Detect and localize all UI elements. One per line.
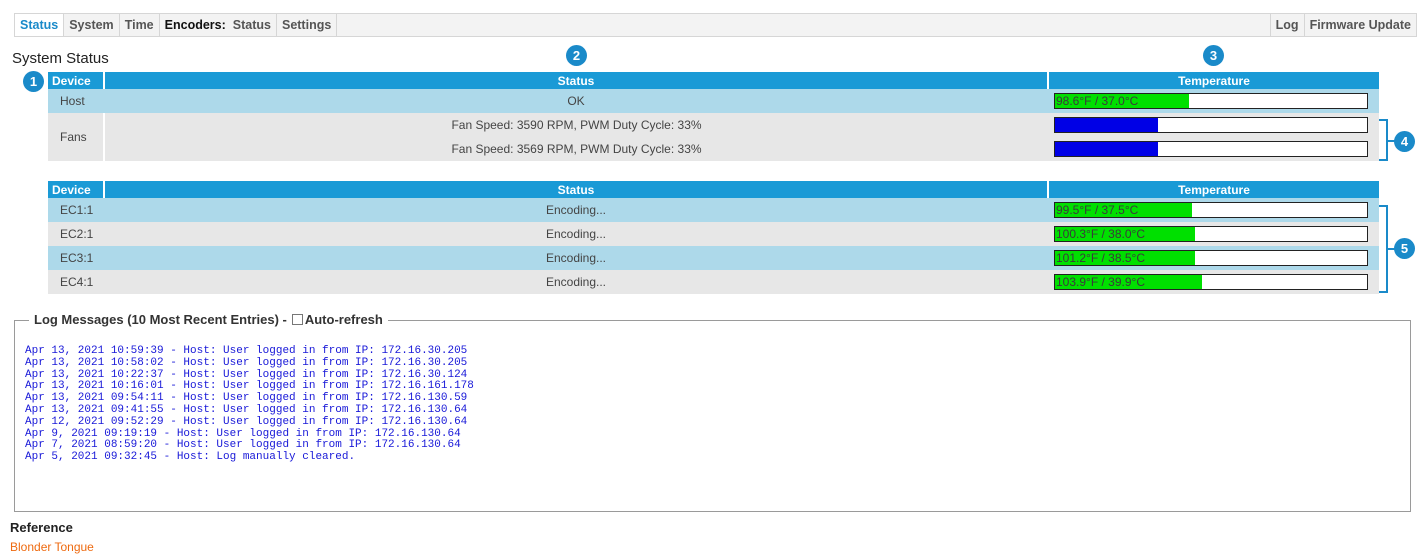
fan-row-2: Fan Speed: 3569 RPM, PWM Duty Cycle: 33%: [48, 137, 1379, 161]
fan-2-duty-fill: [1055, 142, 1158, 156]
encoder-device-cell: EC2:1: [48, 222, 104, 246]
fan-2-status-cell: Fan Speed: 3569 RPM, PWM Duty Cycle: 33%: [104, 137, 1048, 161]
header-temperature: Temperature: [1048, 72, 1379, 89]
fans-bracket-tick: [1388, 140, 1398, 142]
encoder-temp-label: 100.3°F / 38.0°C: [1056, 227, 1145, 241]
reference-title: Reference: [10, 520, 73, 535]
log-line: Apr 5, 2021 09:32:45 - Host: Log manuall…: [25, 451, 356, 464]
encoder-temp-cell: 103.9°F / 39.9°C: [1048, 270, 1379, 294]
system-status-table: Device Status Temperature Host OK 98.6°F…: [48, 72, 1379, 161]
fan-1-duty-fill: [1055, 118, 1158, 132]
fan-1-duty-bar: [1054, 117, 1368, 133]
tab-encoders-settings[interactable]: Settings: [277, 14, 338, 36]
host-temp-bar: 98.6°F / 37.0°C: [1054, 93, 1368, 109]
log-line: Apr 13, 2021 09:41:55 - Host: User logge…: [25, 403, 468, 416]
encoder-temp-bar: 100.3°F / 38.0°C: [1054, 226, 1368, 242]
fans-bracket: [1378, 119, 1388, 161]
table-header-row: Device Status Temperature: [48, 181, 1379, 198]
tab-time[interactable]: Time: [120, 14, 160, 36]
fans-device-cell: Fans: [48, 113, 105, 161]
encoder-temp-label: 99.5°F / 37.5°C: [1056, 203, 1139, 217]
encoder-temp-label: 101.2°F / 38.5°C: [1056, 251, 1145, 265]
log-lines: Apr 13, 2021 10:59:39 - Host: User logge…: [25, 345, 474, 464]
header-temperature: Temperature: [1048, 181, 1379, 198]
header-device: Device: [48, 72, 105, 89]
encoder-temp-cell: 101.2°F / 38.5°C: [1048, 246, 1379, 270]
nav-left-group: Status System Time Encoders: Status Settings: [15, 14, 338, 36]
encoder-temp-bar: 103.9°F / 39.9°C: [1054, 274, 1368, 290]
encoder-temp-bar: 101.2°F / 38.5°C: [1054, 250, 1368, 266]
log-legend: Log Messages (10 Most Recent Entries) - …: [29, 312, 388, 327]
fan-1-duty-cell: [1048, 113, 1379, 137]
tab-system[interactable]: System: [64, 14, 120, 36]
fan-2-duty-cell: [1048, 137, 1379, 161]
encoder-temp-cell: 99.5°F / 37.5°C: [1048, 198, 1379, 222]
page-title: System Status: [12, 50, 109, 67]
encoder-device-cell: EC4:1: [48, 270, 104, 294]
encoders-group-label: Encoders:: [164, 18, 226, 32]
host-status-cell: OK: [104, 89, 1048, 113]
encoder-status-table: Device Status Temperature EC1:1 Encoding.…: [48, 181, 1379, 294]
encoder-status-cell: Encoding...: [104, 246, 1048, 270]
header-status: Status: [104, 181, 1049, 198]
nav-right-group: Log Firmware Update: [1269, 14, 1416, 36]
tab-encoders-status[interactable]: Status: [228, 14, 277, 36]
encoder-row: EC2:1 Encoding... 100.3°F / 38.0°C: [48, 222, 1379, 246]
encoder-device-cell: EC3:1: [48, 246, 104, 270]
callout-marker-2: 2: [566, 45, 587, 66]
reference-link-blonder-tongue[interactable]: Blonder Tongue: [10, 540, 94, 554]
encoder-temp-cell: 100.3°F / 38.0°C: [1048, 222, 1379, 246]
top-nav-bar: Status System Time Encoders: Status Settings …: [14, 13, 1417, 37]
auto-refresh-label[interactable]: Auto-refresh: [305, 312, 383, 327]
host-temp-label: 98.6°F / 37.0°C: [1056, 94, 1139, 108]
encoder-status-cell: Encoding...: [104, 198, 1048, 222]
table-header-row: Device Status Temperature: [48, 72, 1379, 89]
callout-marker-1: 1: [23, 71, 44, 92]
log-legend-title: Log Messages (10 Most Recent Entries) -: [34, 312, 287, 327]
host-temp-cell: 98.6°F / 37.0°C: [1048, 89, 1379, 113]
tab-firmware-update[interactable]: Firmware Update: [1303, 14, 1416, 36]
log-line: Apr 12, 2021 09:52:29 - Host: User logge…: [25, 415, 468, 428]
log-messages-panel: Log Messages (10 Most Recent Entries) - …: [14, 312, 1411, 512]
encoder-row: EC4:1 Encoding... 103.9°F / 39.9°C: [48, 270, 1379, 294]
fan-row-1: Fans Fan Speed: 3590 RPM, PWM Duty Cycle…: [48, 113, 1379, 161]
encoder-status-cell: Encoding...: [104, 270, 1048, 294]
log-line: Apr 13, 2021 10:58:02 - Host: User logge…: [25, 356, 468, 369]
encoders-bracket-tick: [1388, 248, 1398, 250]
tab-status[interactable]: Status: [15, 14, 65, 36]
fan-1-status-cell: Fan Speed: 3590 RPM, PWM Duty Cycle: 33%: [104, 113, 1048, 137]
encoder-row: EC3:1 Encoding... 101.2°F / 38.5°C: [48, 246, 1379, 270]
header-device: Device: [48, 181, 105, 198]
encoders-bracket: [1378, 205, 1388, 293]
tab-log[interactable]: Log: [1269, 14, 1304, 36]
encoder-status-cell: Encoding...: [104, 222, 1048, 246]
host-device-cell: Host: [48, 89, 104, 113]
auto-refresh-checkbox[interactable]: [291, 314, 303, 325]
fan-2-duty-bar: [1054, 141, 1368, 157]
encoder-row: EC1:1 Encoding... 99.5°F / 37.5°C: [48, 198, 1379, 222]
encoder-temp-bar: 99.5°F / 37.5°C: [1054, 202, 1368, 218]
callout-marker-3: 3: [1203, 45, 1224, 66]
encoder-temp-label: 103.9°F / 39.9°C: [1056, 275, 1145, 289]
encoder-device-cell: EC1:1: [48, 198, 104, 222]
host-row: Host OK 98.6°F / 37.0°C: [48, 89, 1379, 113]
header-status: Status: [104, 72, 1049, 89]
